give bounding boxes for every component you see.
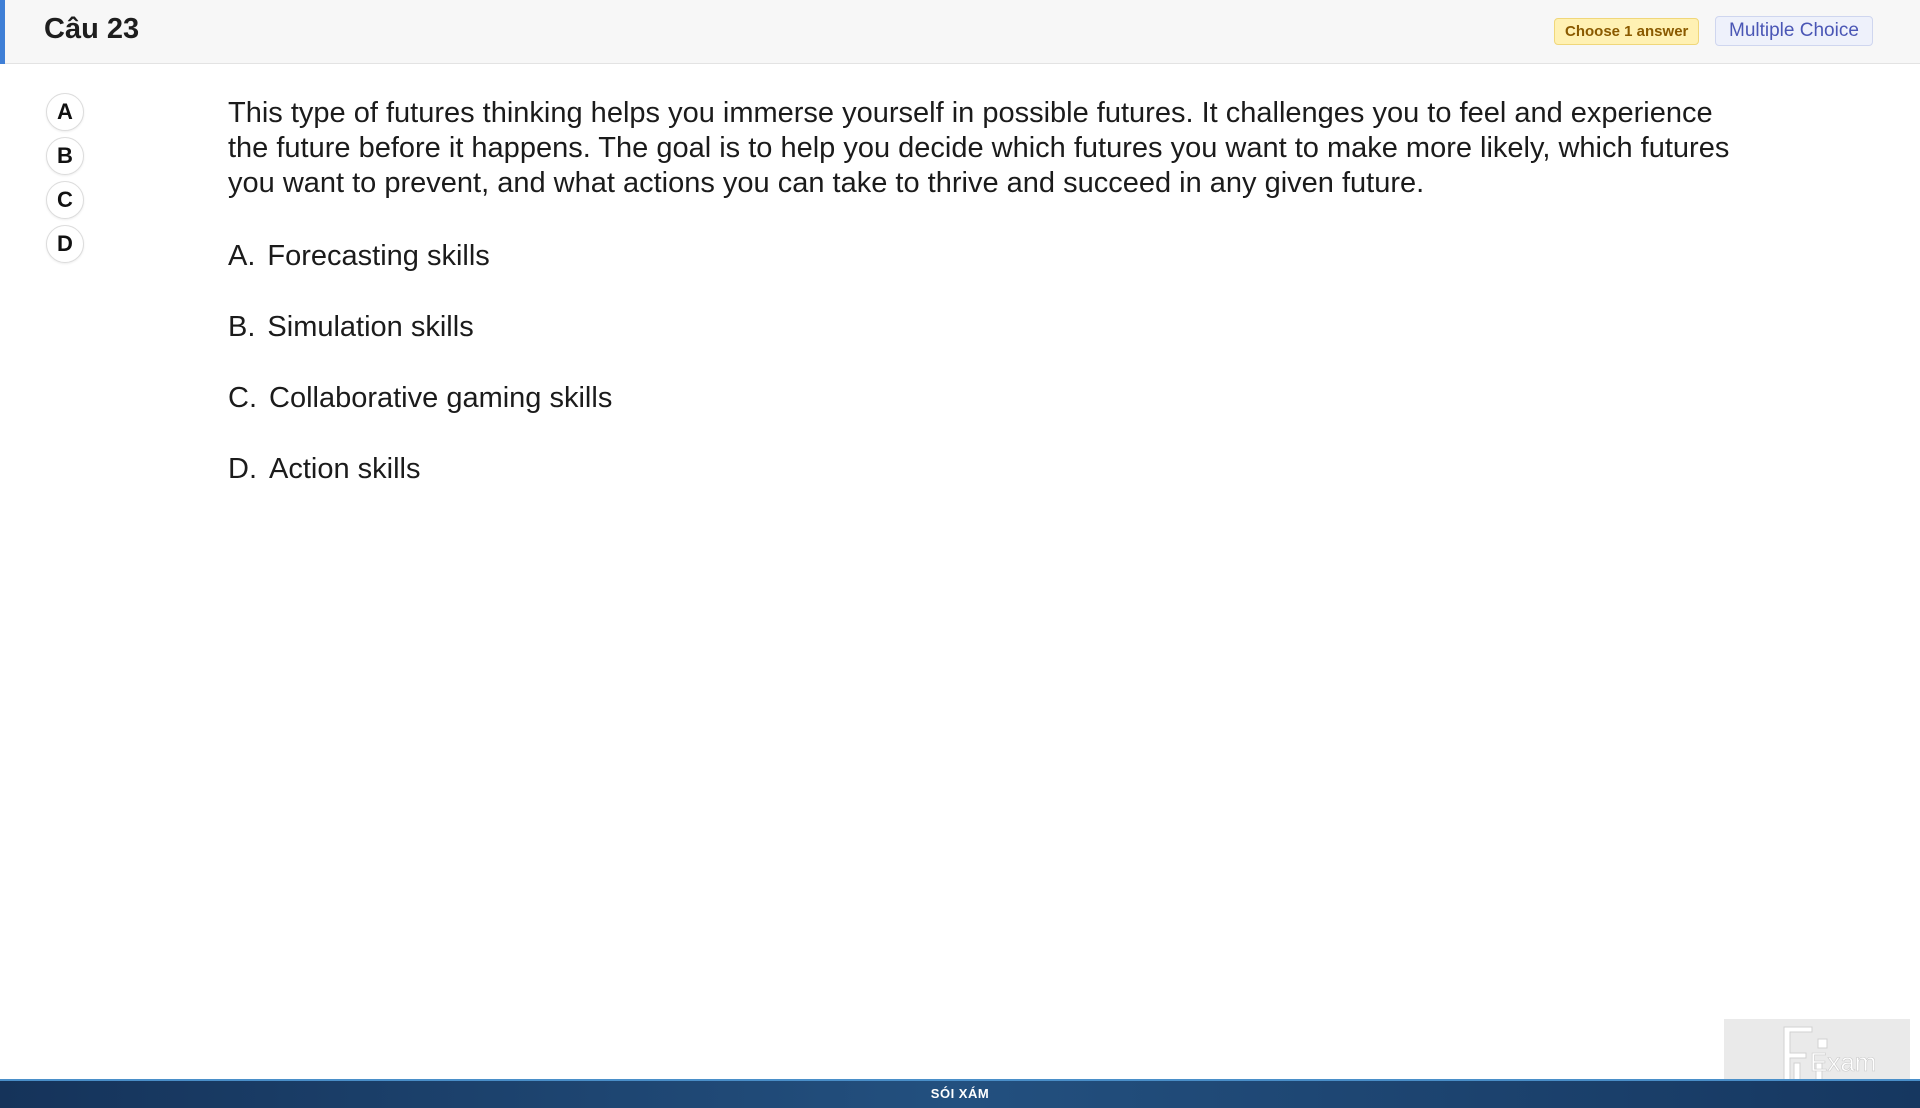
header-accent-bar [0,0,5,64]
answer-button-b[interactable]: B [46,137,84,175]
option-c: C. Collaborative gaming skills [228,381,1758,452]
option-list: A. Forecasting skills B. Simulation skills… [228,239,1758,523]
option-text: Simulation skills [267,311,474,343]
option-letter: A. [228,240,256,272]
choose-count-badge: Choose 1 answer [1554,18,1700,45]
footer-bar: SÓI XÁM [0,1079,1920,1108]
option-text: Collaborative gaming skills [269,382,613,414]
svg-text:Exam: Exam [1810,1047,1876,1077]
question-content: This type of futures thinking helps you … [228,96,1758,523]
answer-button-a[interactable]: A [46,93,84,131]
footer-label: SÓI XÁM [930,1086,990,1101]
question-header: Câu 23 Choose 1 answer Multiple Choice [0,0,1920,64]
answer-button-group: A B C D [46,93,86,269]
option-letter: B. [228,311,256,343]
option-d: D. Action skills [228,452,1758,523]
option-text: Forecasting skills [267,240,490,272]
question-type-badge: Multiple Choice [1715,16,1873,46]
option-letter: D. [228,453,257,485]
question-number: Câu 23 [44,13,140,45]
question-text: This type of futures thinking helps you … [228,97,1730,199]
option-text: Action skills [269,453,421,485]
answer-button-d[interactable]: D [46,225,84,263]
option-b: B. Simulation skills [228,310,1758,381]
option-letter: C. [228,382,257,414]
answer-button-c[interactable]: C [46,181,84,219]
option-a: A. Forecasting skills [228,239,1758,310]
